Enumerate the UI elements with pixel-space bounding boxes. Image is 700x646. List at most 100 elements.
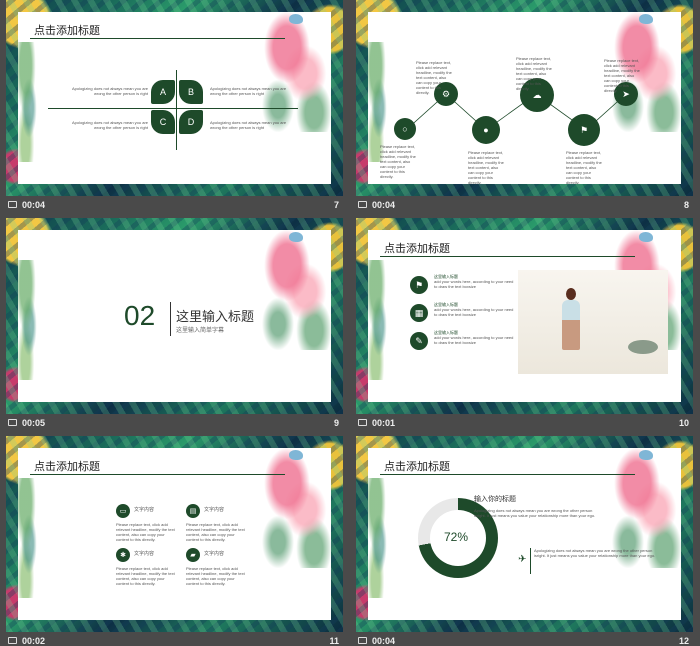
timer-icon — [8, 637, 17, 644]
text-block-d: Apologizing does not always mean you are… — [210, 120, 300, 130]
card-heading: 文字内容 — [204, 551, 225, 557]
slide-duration: 00:04 — [372, 636, 396, 646]
section-number: 02 — [124, 300, 156, 331]
bird-illustration — [289, 14, 303, 24]
text-block-5: Please replace text, click add relevant … — [468, 150, 504, 184]
title-rule — [380, 256, 635, 257]
petal-c: C — [151, 110, 175, 134]
text-block-a: Apologizing does not always mean you are… — [58, 86, 148, 96]
flower-decoration — [251, 448, 331, 568]
monitor-icon: ▭ — [116, 504, 130, 518]
list-item: 这里输入标题 add your words here, according to… — [434, 302, 516, 317]
leaf-decoration — [18, 42, 46, 162]
slide-thumbnail-8[interactable]: ○ ⚙ ● ☁ ⚑ ➤ Please replace text, click a… — [356, 0, 693, 210]
edit-icon: ✎ — [410, 332, 428, 350]
slide-canvas: 02 这里输入标题 这里输入简单字幕 — [18, 230, 331, 402]
slide-8: ○ ⚙ ● ☁ ⚑ ➤ Please replace text, click a… — [356, 0, 693, 196]
slide-duration: 00:01 — [372, 418, 396, 428]
slide-canvas: ○ ⚙ ● ☁ ⚑ ➤ Please replace text, click a… — [368, 12, 681, 184]
thumbnail-status-bar: 00:01 10 — [356, 414, 693, 432]
bird-illustration — [639, 450, 653, 460]
card-heading: 文字内容 — [204, 507, 225, 513]
paragraph-2: Apologizing does not always mean you are… — [534, 548, 656, 558]
location-pin-icon: ● — [472, 116, 500, 144]
list-item: 这里输入标题 add your words here, according to… — [434, 330, 516, 345]
airplane-icon: ✈ — [518, 554, 527, 565]
slide-title: 点击添加标题 — [384, 461, 450, 473]
timer-icon — [8, 201, 17, 208]
document-icon: ▤ — [186, 504, 200, 518]
bird-illustration — [639, 232, 653, 242]
slide-canvas: 点击添加标题 72% 输入你的标题 Apologizing does not a… — [368, 448, 681, 620]
section-subtitle: 这里输入简单字幕 — [176, 328, 225, 334]
title-rule — [380, 474, 635, 475]
text-block-1: Please replace text, click add relevant … — [416, 60, 452, 95]
slide-canvas: 点击添加标题 ▭ ▤ ✱ ▰ 文字内容 文字内容 文字内容 文字内容 Pleas… — [18, 448, 331, 620]
slide-thumbnail-7[interactable]: 点击添加标题 A B C D Apologizing does not alwa… — [6, 0, 343, 210]
slide-canvas: 点击添加标题 A B C D Apologizing does not alwa… — [18, 12, 331, 184]
slide-duration: 00:05 — [22, 418, 46, 428]
slide-number: 11 — [329, 636, 339, 646]
bird-illustration — [289, 450, 303, 460]
slide-11: 点击添加标题 ▭ ▤ ✱ ▰ 文字内容 文字内容 文字内容 文字内容 Pleas… — [6, 436, 343, 632]
slide-thumbnail-10[interactable]: 点击添加标题 ⚑ ▦ ✎ 这里输入标题 add your words here,… — [356, 218, 693, 428]
text-block-2: Please replace text, click add relevant … — [516, 56, 552, 91]
text-block-4: Please replace text, click add relevant … — [380, 144, 416, 179]
slide-thumbnail-9[interactable]: 02 这里输入标题 这里输入简单字幕 00:05 9 — [6, 218, 343, 428]
text-line: wrong the other person is right — [93, 91, 148, 96]
timer-icon — [358, 201, 367, 208]
slide-title: 点击添加标题 — [34, 461, 100, 473]
percentage-label: 72% — [444, 530, 469, 544]
divider — [170, 302, 171, 336]
slide-duration: 00:04 — [22, 200, 46, 210]
slide-thumbnail-11[interactable]: 点击添加标题 ▭ ▤ ✱ ▰ 文字内容 文字内容 文字内容 文字内容 Pleas… — [6, 436, 343, 646]
card-body: Please replace text, click add relevant … — [186, 522, 245, 542]
slide-number: 10 — [678, 418, 689, 428]
divider — [530, 548, 531, 574]
text-block-c: Apologizing does not always mean you are… — [58, 120, 148, 130]
title-rule — [30, 38, 285, 39]
truck-icon: ▰ — [186, 548, 200, 562]
slide-duration: 00:02 — [22, 636, 46, 646]
illustration-image — [518, 270, 668, 374]
text-block-6: Please replace text, click add relevant … — [566, 150, 602, 184]
slide-7: 点击添加标题 A B C D Apologizing does not alwa… — [6, 0, 343, 196]
card-body: Please replace text, click add relevant … — [116, 522, 175, 542]
card-heading: 文字内容 — [134, 551, 155, 557]
slide-duration: 00:04 — [372, 200, 396, 210]
timer-icon — [8, 419, 17, 426]
leaf-decoration — [18, 260, 46, 380]
title-rule — [30, 474, 285, 475]
slide-canvas: 点击添加标题 ⚑ ▦ ✎ 这里输入标题 add your words here,… — [368, 230, 681, 402]
section-heading: 这里输入标题 — [176, 309, 255, 324]
item-body: add your words here, according to your n… — [434, 279, 514, 289]
text-line: wrong the other person is right — [93, 125, 148, 130]
slide-title: 点击添加标题 — [384, 243, 450, 255]
calendar-icon: ▦ — [410, 304, 428, 322]
slide-number: 12 — [678, 636, 689, 646]
slide-9: 02 这里输入标题 这里输入简单字幕 — [6, 218, 343, 414]
leaf-decoration — [18, 478, 46, 598]
card-body: Please replace text, click add relevant … — [186, 566, 245, 586]
petal-a: A — [151, 80, 175, 104]
slide-thumbnail-12[interactable]: 点击添加标题 72% 输入你的标题 Apologizing does not a… — [356, 436, 693, 646]
thumbnail-status-bar: 00:05 9 — [6, 414, 343, 432]
text-block-3: Please replace text, click add relevant … — [604, 58, 640, 93]
list-item: 这里输入标题 add your words here, according to… — [434, 274, 516, 289]
thumbnail-status-bar: 00:04 8 — [356, 196, 693, 214]
card-heading: 文字内容 — [134, 507, 155, 513]
tool-icon: ✱ — [116, 548, 130, 562]
bird-illustration — [289, 232, 303, 242]
slide-10: 点击添加标题 ⚑ ▦ ✎ 这里输入标题 add your words here,… — [356, 218, 693, 414]
slide-12: 点击添加标题 72% 输入你的标题 Apologizing does not a… — [356, 436, 693, 632]
card-body: Please replace text, click add relevant … — [116, 566, 175, 586]
slide-number: 7 — [333, 200, 339, 210]
flag-icon: ⚑ — [410, 276, 428, 294]
slide-number: 9 — [333, 418, 339, 428]
thumbnail-status-bar: 00:02 11 — [6, 632, 343, 646]
petal-d: D — [179, 110, 203, 134]
leaf-decoration — [368, 260, 396, 380]
slide-title: 点击添加标题 — [34, 25, 100, 37]
lightbulb-icon: ○ — [394, 118, 416, 140]
thumbnail-status-bar: 00:04 12 — [356, 632, 693, 646]
